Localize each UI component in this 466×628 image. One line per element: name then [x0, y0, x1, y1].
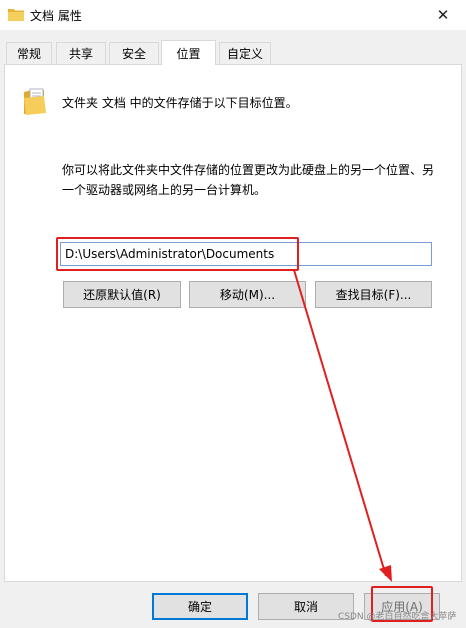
tab-security[interactable]: 安全 — [109, 42, 159, 64]
restore-default-button[interactable]: 还原默认值(R) — [63, 281, 181, 308]
find-target-button[interactable]: 查找目标(F)... — [315, 281, 432, 308]
title-bar: 文档 属性 ✕ — [0, 0, 466, 30]
move-button[interactable]: 移动(M)... — [189, 281, 306, 308]
close-button[interactable]: ✕ — [420, 0, 466, 30]
ok-button[interactable]: 确定 — [152, 593, 248, 620]
tab-customize[interactable]: 自定义 — [219, 42, 271, 64]
tab-location[interactable]: 位置 — [161, 40, 216, 65]
location-panel — [4, 64, 462, 582]
path-input[interactable] — [60, 242, 432, 266]
tab-general[interactable]: 常规 — [6, 42, 52, 64]
location-hint: 你可以将此文件夹中文件存储的位置更改为此硬盘上的另一个位置、另一个驱动器或网络上… — [62, 163, 435, 197]
folder-icon — [8, 9, 24, 21]
tab-sharing[interactable]: 共享 — [56, 42, 106, 64]
watermark: CSDN @老白自然吃盒大苹萨 — [338, 612, 457, 622]
window-title: 文档 属性 — [30, 9, 82, 23]
documents-folder-icon — [24, 88, 46, 115]
location-description: 文件夹 文档 中的文件存储于以下目标位置。 — [62, 96, 298, 110]
